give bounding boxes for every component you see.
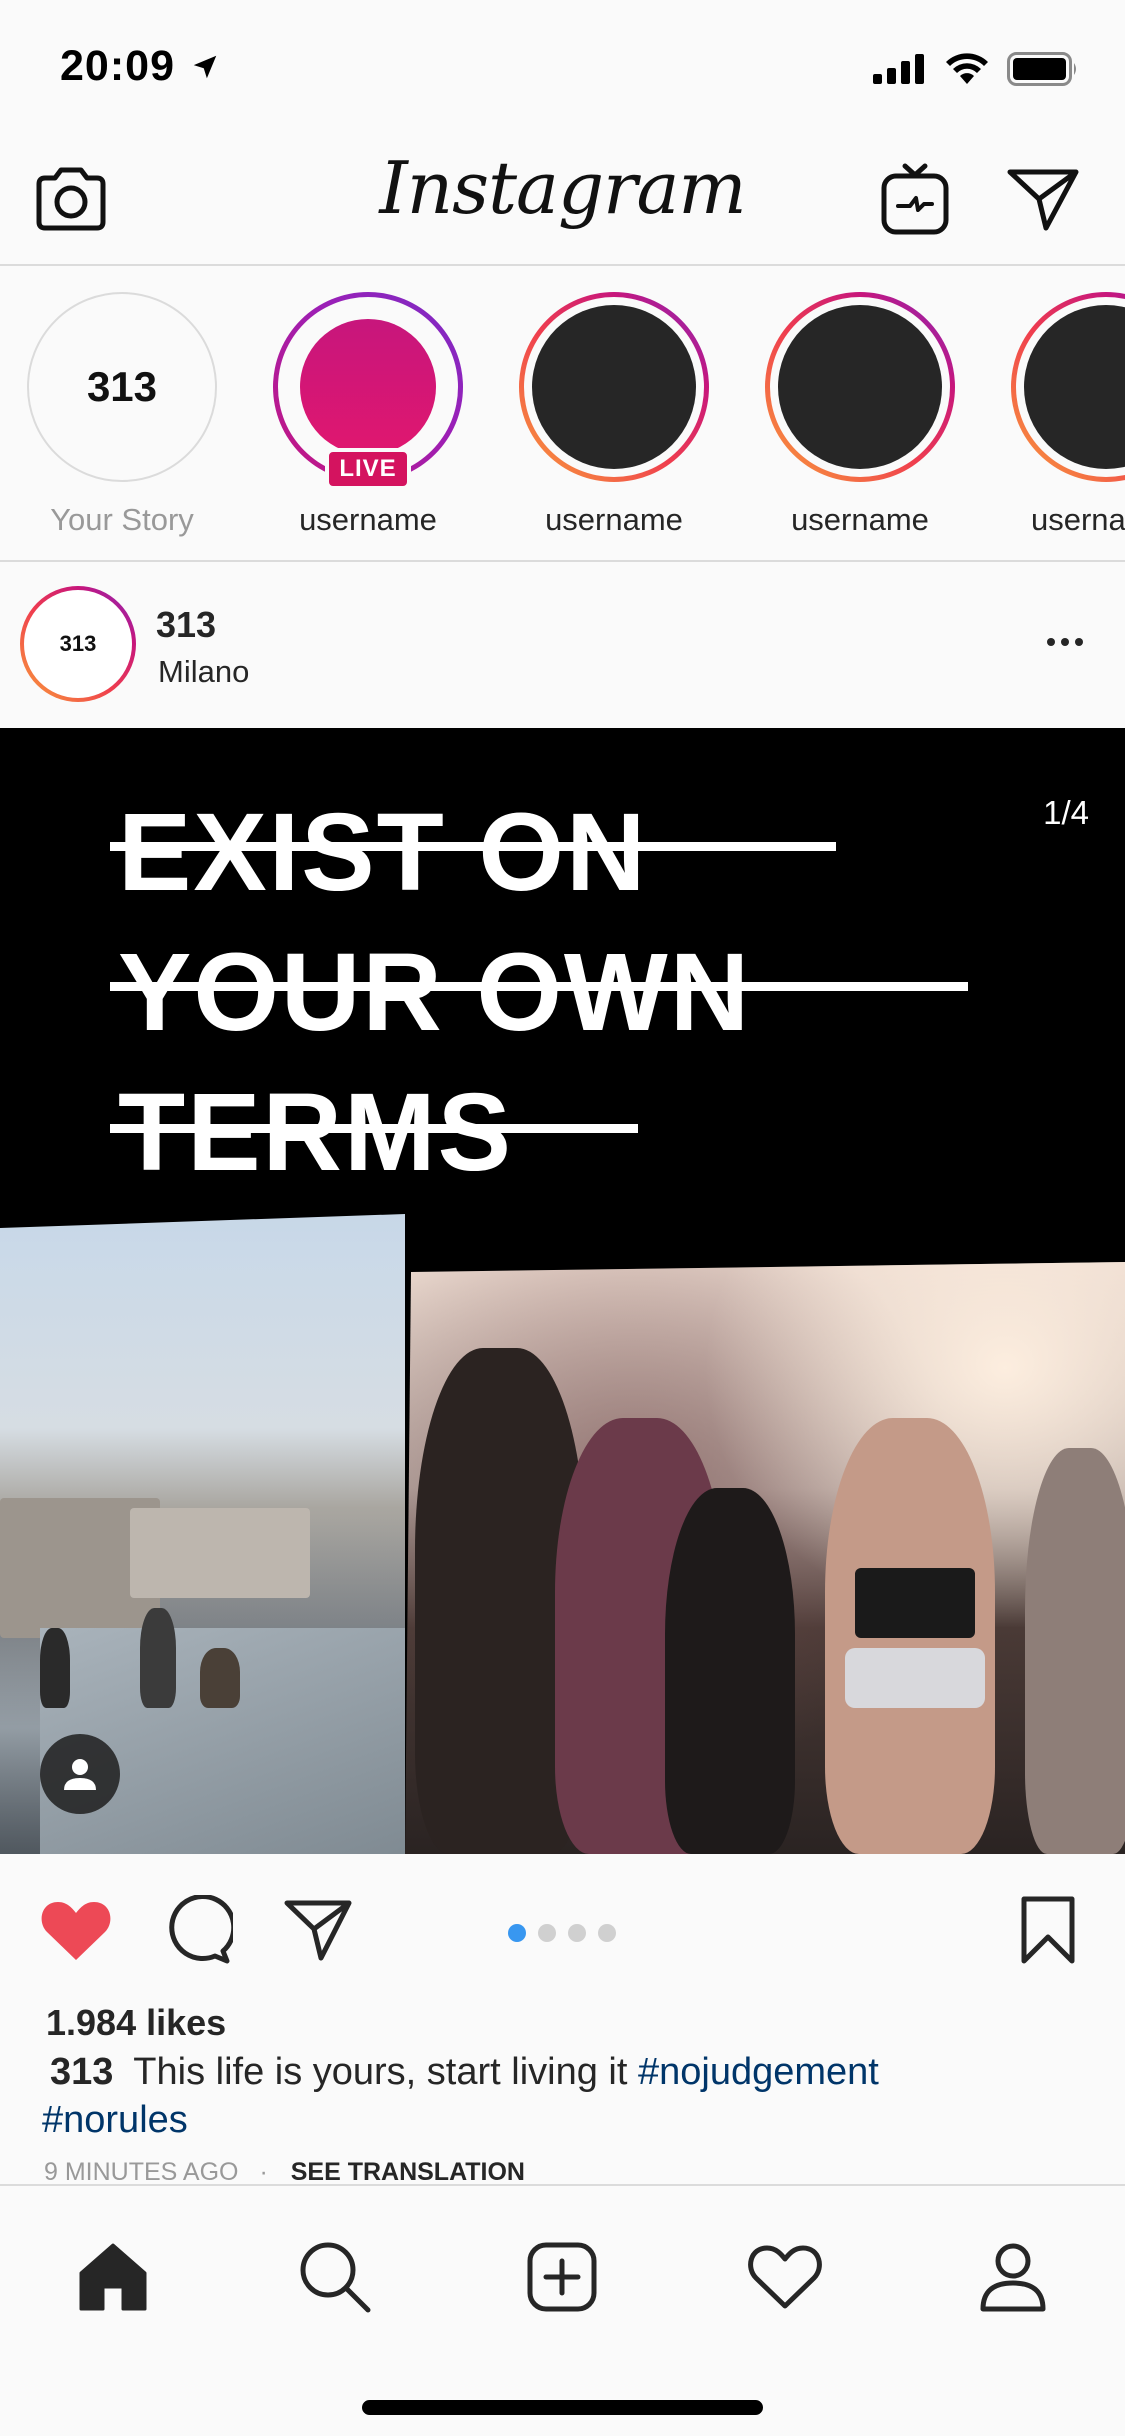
story-ring bbox=[519, 292, 709, 482]
save-bookmark-icon[interactable] bbox=[1008, 1890, 1088, 1970]
bottom-tab-bar bbox=[0, 2184, 1125, 2436]
more-options-icon[interactable] bbox=[1035, 622, 1095, 662]
direct-message-icon[interactable] bbox=[998, 154, 1088, 244]
status-indicators bbox=[873, 52, 1079, 91]
carousel-dot bbox=[538, 1924, 556, 1942]
hashtag-link[interactable]: #nojudgement bbox=[638, 2051, 879, 2093]
wifi-icon bbox=[945, 53, 989, 90]
user-tag-icon[interactable] bbox=[40, 1734, 120, 1814]
post-avatar-text: 313 bbox=[24, 590, 132, 698]
your-story-avatar: 313 bbox=[27, 292, 217, 482]
home-indicator[interactable] bbox=[362, 2400, 763, 2415]
story-avatar bbox=[778, 305, 942, 469]
story-username: Your Story bbox=[50, 502, 194, 537]
post-avatar[interactable]: 313 bbox=[20, 586, 136, 702]
comment-icon[interactable] bbox=[158, 1890, 238, 1970]
like-heart-icon[interactable] bbox=[36, 1890, 116, 1970]
live-badge: LIVE bbox=[325, 448, 411, 490]
meta-separator: · bbox=[259, 2158, 268, 2186]
carousel-dot-active bbox=[508, 1924, 526, 1942]
post-timestamp: 9 MINUTES AGO bbox=[44, 2158, 239, 2186]
caption-username[interactable]: 313 bbox=[50, 2051, 113, 2093]
story-ring bbox=[765, 292, 955, 482]
headline-strikethrough bbox=[110, 982, 968, 991]
story-username: username bbox=[545, 502, 683, 537]
carousel-dot bbox=[568, 1924, 586, 1942]
story-username: username bbox=[299, 502, 437, 537]
carousel-page-counter: 1/4 bbox=[1043, 794, 1089, 831]
post-location[interactable]: Milano bbox=[158, 654, 249, 690]
headline-line-3: TERMS bbox=[118, 1071, 513, 1194]
post-username[interactable]: 313 bbox=[156, 604, 216, 646]
story-username: userna bbox=[1031, 502, 1125, 537]
search-icon[interactable] bbox=[290, 2232, 380, 2322]
share-icon[interactable] bbox=[278, 1890, 358, 1970]
top-navigation-bar: Instagram bbox=[0, 132, 1125, 266]
activity-heart-icon[interactable] bbox=[740, 2232, 830, 2322]
location-arrow-icon bbox=[190, 52, 220, 87]
post-header: 313 313 Milano bbox=[0, 564, 1125, 728]
story-ring bbox=[1011, 292, 1125, 482]
hashtag-link[interactable]: #norules bbox=[42, 2099, 188, 2141]
cellular-signal-icon bbox=[873, 54, 927, 89]
stories-tray: 313 Your Story LIVE username username us… bbox=[0, 268, 1125, 562]
home-icon[interactable] bbox=[68, 2232, 158, 2322]
headline-line-2: YOUR OWN bbox=[118, 931, 752, 1054]
new-post-icon[interactable] bbox=[517, 2232, 607, 2322]
story-avatar bbox=[300, 319, 436, 455]
post-image[interactable]: EXIST ON YOUR OWN TERMS 1/4 bbox=[0, 728, 1125, 1854]
see-translation-link[interactable]: SEE TRANSLATION bbox=[291, 2158, 525, 2186]
headline-strikethrough bbox=[110, 1124, 638, 1133]
post-caption: 313 This life is yours, start living it … bbox=[42, 2048, 1092, 2144]
carousel-dot bbox=[598, 1924, 616, 1942]
post-action-bar bbox=[0, 1854, 1125, 1994]
headline-strikethrough bbox=[110, 842, 836, 851]
status-time: 20:09 bbox=[60, 42, 175, 90]
story-username: username bbox=[791, 502, 929, 537]
story-avatar bbox=[532, 305, 696, 469]
igtv-icon[interactable] bbox=[870, 154, 960, 244]
post-meta: 9 MINUTES AGO · SEE TRANSLATION bbox=[44, 2158, 525, 2187]
status-bar: 20:09 bbox=[0, 0, 1125, 132]
likes-count[interactable]: 1.984 likes bbox=[46, 2002, 226, 2044]
battery-icon bbox=[1007, 52, 1079, 91]
profile-icon[interactable] bbox=[968, 2232, 1058, 2322]
caption-text: This life is yours, start living it bbox=[133, 2051, 628, 2093]
carousel-indicator bbox=[508, 1924, 616, 1942]
headline-line-1: EXIST ON bbox=[118, 791, 648, 914]
